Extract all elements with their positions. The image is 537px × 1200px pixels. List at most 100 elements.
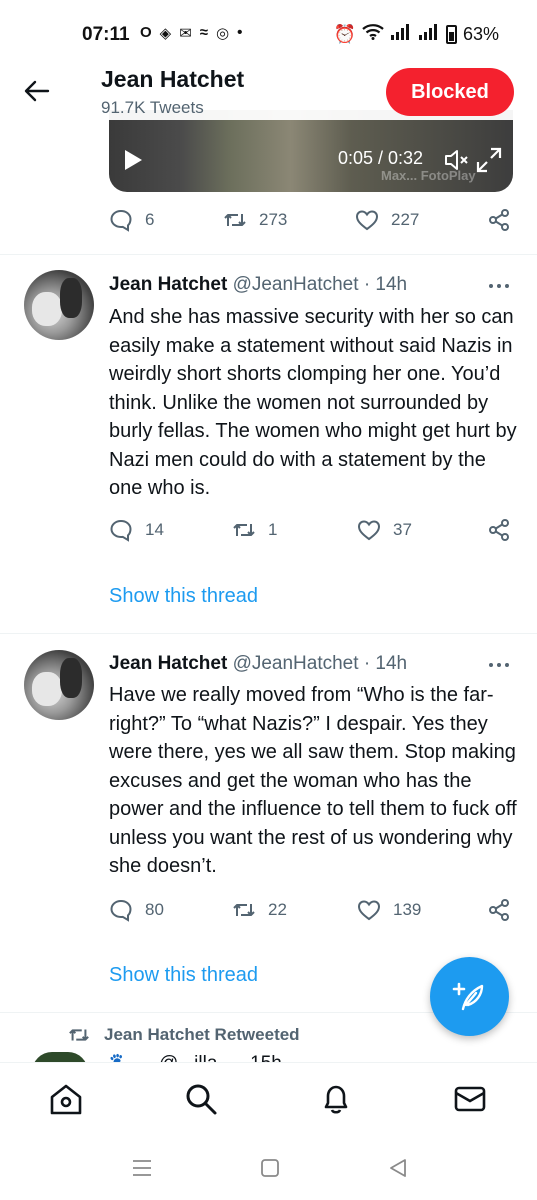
blocked-button[interactable]: Blocked <box>386 68 514 116</box>
reply-button[interactable]: 80 <box>109 898 164 922</box>
reply-icon <box>110 519 132 542</box>
notification-icon: ✉ <box>179 25 192 42</box>
tweet-video[interactable]: Max... FotoPlay 0:05 / 0:32 <box>109 110 513 192</box>
like-button[interactable]: 37 <box>357 518 412 542</box>
tweet-header: Jean Hatchet @JeanHatchet · 14h <box>109 274 407 296</box>
retweet-icon <box>224 214 246 226</box>
reply-button[interactable]: 6 <box>109 208 154 232</box>
tweet-text: And she has massive security with her so… <box>109 306 517 499</box>
home-button-icon[interactable] <box>258 1156 282 1180</box>
expand-icon[interactable] <box>475 146 503 174</box>
signal-icon <box>390 24 412 45</box>
like-count: 37 <box>393 520 412 539</box>
tweet-header: Jean Hatchet @JeanHatchet · 14h <box>109 653 407 675</box>
compose-icon <box>452 982 483 1010</box>
reply-icon <box>110 209 132 232</box>
reply-count: 14 <box>145 520 164 539</box>
share-button[interactable] <box>487 518 511 542</box>
tweet-time: · 14h <box>363 653 408 674</box>
nav-notifications[interactable] <box>318 1081 354 1117</box>
bottom-navigation <box>0 1062 537 1138</box>
profile-name: Jean Hatchet <box>101 66 245 92</box>
retweet-count: 1 <box>268 520 278 539</box>
like-button[interactable]: 139 <box>357 898 421 922</box>
show-thread-link[interactable]: Show this thread <box>109 964 258 987</box>
retweet-icon <box>233 904 255 916</box>
reply-button[interactable]: 14 <box>109 518 164 542</box>
bell-icon <box>324 1085 348 1114</box>
partial-tweet-header: 🐾 ... @...illa... · 15h <box>109 1052 469 1062</box>
notification-icon: ≈ <box>199 24 209 41</box>
like-count: 227 <box>391 210 420 229</box>
tweets-count: 91.7K Tweets <box>101 98 204 117</box>
retweet-icon <box>233 524 255 536</box>
share-button[interactable] <box>487 898 511 922</box>
wifi-icon <box>362 24 384 45</box>
status-time: 07:11 <box>82 24 130 45</box>
nav-home[interactable] <box>48 1081 84 1117</box>
video-time: 0:05 / 0:32 <box>338 148 424 168</box>
nav-messages[interactable] <box>452 1081 488 1117</box>
heart-icon <box>357 520 381 541</box>
arrow-left-icon[interactable] <box>22 76 52 106</box>
mail-icon <box>454 1086 486 1112</box>
back-button-icon[interactable] <box>386 1156 410 1180</box>
notification-icon: O <box>140 24 152 41</box>
alarm-icon: ⏰ <box>333 24 356 44</box>
like-count: 139 <box>393 900 422 919</box>
avatar[interactable] <box>24 650 94 720</box>
home-icon <box>50 1084 82 1115</box>
share-button[interactable] <box>487 208 511 232</box>
system-navigation <box>0 1138 537 1200</box>
heart-icon <box>357 900 381 921</box>
heart-icon <box>355 210 379 231</box>
retweet-button[interactable]: 22 <box>232 898 287 922</box>
tweet-handle[interactable]: @JeanHatchet <box>233 653 359 674</box>
more-icon[interactable] <box>487 281 511 291</box>
profile-header: Jean Hatchet 91.7K Tweets Blocked <box>0 60 537 120</box>
retweet-icon <box>69 1029 89 1041</box>
retweet-count: 273 <box>259 210 288 229</box>
share-icon <box>489 519 509 541</box>
share-icon <box>489 209 509 231</box>
compose-button[interactable] <box>430 957 509 1036</box>
signal-icon <box>418 24 440 45</box>
notification-icon: ◎ <box>216 25 230 42</box>
system-status-icons: ⏰ 63% <box>334 24 499 45</box>
notification-icon: ◈ <box>159 25 172 42</box>
tweet-actions: 80 22 139 <box>109 898 513 928</box>
reply-count: 80 <box>145 900 164 919</box>
battery-percent: 63% <box>462 24 499 44</box>
show-thread-link[interactable]: Show this thread <box>109 585 258 608</box>
more-icon[interactable] <box>487 660 511 670</box>
retweeted-indicator: Jean Hatchet Retweeted <box>68 1024 300 1046</box>
status-bar: 07:11 O ◈ ✉ ≈ ◎ • ⏰ 63% <box>0 0 537 60</box>
muted-icon[interactable] <box>443 148 469 172</box>
partial-tweet-text: 🐾 ... @...illa... · 15h <box>109 1054 469 1062</box>
reply-count: 6 <box>145 210 155 229</box>
tweet-actions: 14 1 37 <box>109 518 513 548</box>
nav-search[interactable] <box>183 1081 219 1117</box>
search-icon <box>186 1084 217 1115</box>
notification-icon: • <box>237 24 243 41</box>
notification-icons: O ◈ ✉ ≈ ◎ • <box>140 24 242 42</box>
tweet-author-name[interactable]: Jean Hatchet <box>109 653 227 674</box>
avatar[interactable] <box>24 270 94 340</box>
like-button[interactable]: 227 <box>355 208 419 232</box>
recent-apps-icon[interactable] <box>130 1156 154 1180</box>
tweet-actions: 6 273 227 <box>109 208 513 238</box>
tweet-author-name[interactable]: Jean Hatchet <box>109 274 227 295</box>
retweeted-label: Jean Hatchet Retweeted <box>104 1025 300 1044</box>
reply-icon <box>110 899 132 922</box>
tweet-text: Have we really moved from “Who is the fa… <box>109 684 517 877</box>
retweet-button[interactable]: 1 <box>232 518 277 542</box>
retweet-button[interactable]: 273 <box>223 208 287 232</box>
retweet-count: 22 <box>268 900 287 919</box>
tweet-handle[interactable]: @JeanHatchet <box>233 274 359 295</box>
divider <box>0 254 537 255</box>
share-icon <box>489 899 509 921</box>
battery-icon <box>445 25 457 44</box>
play-icon[interactable] <box>125 150 142 170</box>
divider <box>0 633 537 634</box>
tweet-time: · 14h <box>363 274 408 295</box>
